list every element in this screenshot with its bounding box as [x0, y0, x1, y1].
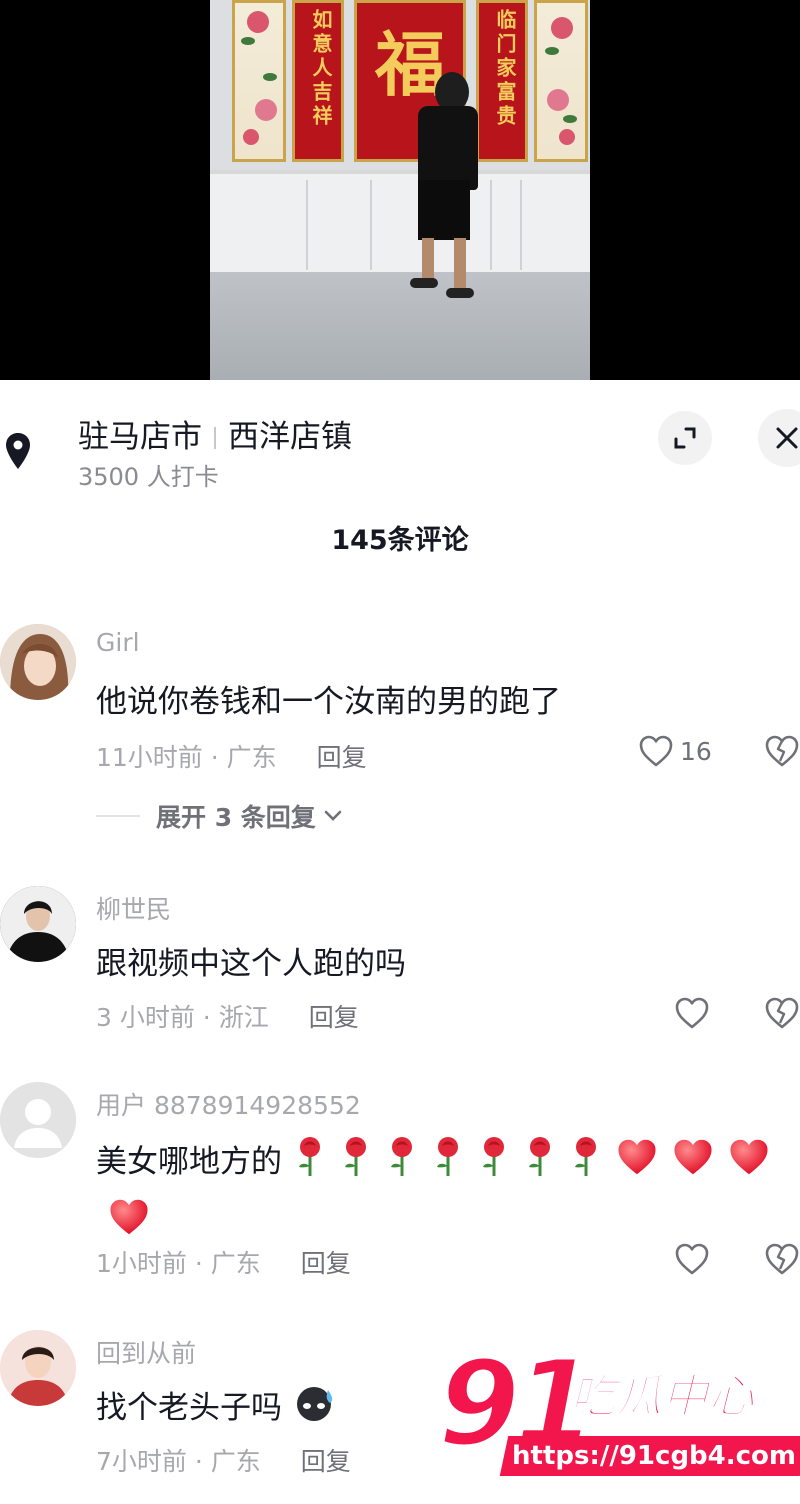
comments-count-title: 145条评论 [331, 525, 469, 556]
comment-username[interactable]: 用户 8878914928552 [96, 1086, 361, 1122]
default-avatar-icon[interactable] [0, 1082, 76, 1158]
comment-text: 他说你卷钱和一个汝南的男的跑了 [96, 684, 561, 720]
comment-meta: 7小时前 · 广东 回复 [96, 1442, 351, 1478]
comment-text: 跟视频中这个人跑的吗 [96, 946, 406, 982]
like-count: 16 [680, 736, 712, 766]
rose-icon [568, 1134, 604, 1195]
couplet-right: 临门家富贵 [476, 0, 528, 162]
location-city: 驻马店市 [78, 419, 202, 455]
comment-item: 柳世民 跟视频中这个人跑的吗 3 小时前 · 浙江 回复 [0, 884, 800, 1044]
comment-text-row: 美女哪地方的 [96, 1134, 800, 1255]
sweat-emoji-icon [292, 1384, 336, 1432]
expand-replies-label: 展开 3 条回复 [156, 803, 316, 832]
rose-icon [522, 1134, 558, 1195]
video-frame: 如意人吉祥 福 临门家富贵 [210, 0, 590, 380]
heart-outline-icon [639, 735, 673, 767]
rose-icon [384, 1134, 420, 1195]
comment-meta: 1小时前 · 广东 回复 [96, 1244, 351, 1280]
heart-emoji [726, 1136, 772, 1195]
rose-icon [338, 1134, 374, 1195]
location-title[interactable]: 驻马店市 西洋店镇 [78, 411, 352, 456]
comment-text: 找个老头子吗 [96, 1390, 282, 1426]
rose-icon [292, 1134, 328, 1195]
location-town: 西洋店镇 [228, 419, 352, 455]
rose-icon [476, 1134, 512, 1195]
comment-username[interactable]: 柳世民 [96, 890, 171, 926]
heart-outline-icon[interactable] [674, 996, 710, 1030]
dislike-icon[interactable] [764, 734, 800, 768]
expand-replies-button[interactable]: 展开 3 条回复 [96, 798, 344, 834]
comment-time-location: 3 小时前 · 浙江 [96, 1003, 269, 1032]
checkin-count: 3500 人打卡 [78, 463, 219, 491]
comment-username[interactable]: 回到从前 [96, 1334, 196, 1370]
location-pin-icon [6, 433, 30, 469]
reply-button[interactable]: 回复 [317, 743, 367, 772]
comment-username[interactable]: Girl [96, 628, 140, 657]
comment-time-location: 7小时前 · 广东 [96, 1447, 261, 1476]
comment-text: 美女哪地方的 [96, 1144, 282, 1180]
location-separator [214, 427, 216, 449]
avatar[interactable] [0, 886, 76, 962]
flower-panel-left [232, 0, 286, 162]
divider-line [96, 815, 140, 817]
close-icon [776, 427, 798, 449]
reply-button[interactable]: 回复 [301, 1447, 351, 1476]
comment-meta: 3 小时前 · 浙江 回复 [96, 998, 359, 1034]
avatar[interactable] [0, 1330, 76, 1406]
watermark-name: 吃瓜中心 [569, 1368, 755, 1424]
watermark-url-badge: https://91cgb4.com [499, 1436, 800, 1476]
close-button[interactable] [758, 409, 800, 467]
couplet-right-text: 临门家富贵 [493, 9, 517, 129]
flower-panel-right [534, 0, 588, 162]
location-bar[interactable]: 驻马店市 西洋店镇 3500 人打卡 [0, 405, 800, 495]
couplet-left: 如意人吉祥 [292, 0, 344, 162]
expand-button[interactable] [658, 411, 712, 465]
site-watermark: 91 吃瓜中心 https://91cgb4.com [430, 1333, 800, 1490]
dislike-icon[interactable] [764, 996, 800, 1030]
comment-text-row: 找个老头子吗 [96, 1382, 336, 1432]
reply-button[interactable]: 回复 [309, 1003, 359, 1032]
couplet-left-text: 如意人吉祥 [309, 9, 333, 129]
like-button[interactable]: 16 [638, 734, 712, 768]
comment-time-location: 1小时前 · 广东 [96, 1249, 261, 1278]
comment-time-location: 11小时前 · 广东 [96, 743, 277, 772]
rose-icon [430, 1134, 466, 1195]
comment-item: Girl 他说你卷钱和一个汝南的男的跑了 11小时前 · 广东 回复 16 展开 … [0, 622, 800, 842]
video-player[interactable]: 如意人吉祥 福 临门家富贵 [0, 0, 800, 380]
avatar[interactable] [0, 624, 76, 700]
dislike-icon[interactable] [764, 1242, 800, 1276]
comment-item: 用户 8878914928552 美女哪地方的 1小时前 · 广东 回复 [0, 1080, 800, 1300]
chevron-down-icon [324, 810, 342, 821]
reply-button[interactable]: 回复 [301, 1249, 351, 1278]
expand-icon [674, 427, 696, 449]
heart-outline-icon[interactable] [674, 1242, 710, 1276]
watermark-url: https://91cgb4.com [512, 1441, 796, 1471]
heart-emoji [670, 1136, 716, 1195]
video-cabinet [210, 170, 590, 276]
comment-meta: 11小时前 · 广东 回复 [96, 738, 367, 774]
heart-emoji [614, 1136, 660, 1195]
video-floor [210, 272, 590, 380]
